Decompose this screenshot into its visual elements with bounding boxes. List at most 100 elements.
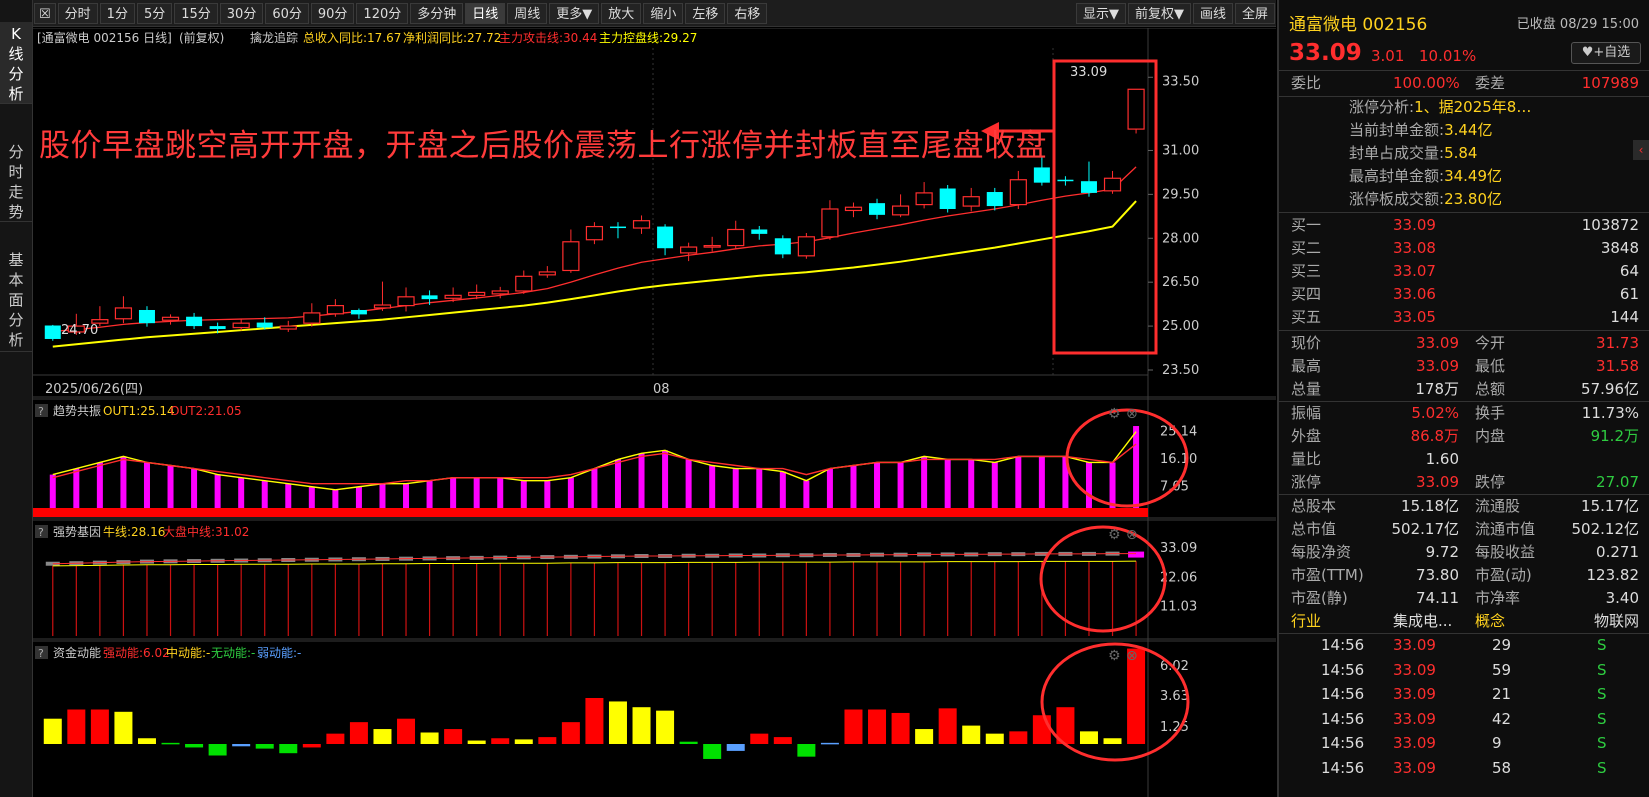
tab-intraday[interactable]: 分时走势	[0, 140, 32, 222]
panel1-gear-icon[interactable]: ⚙	[1108, 406, 1121, 422]
candle-body	[751, 229, 768, 234]
fullscreen-button[interactable]: 全屏	[1234, 2, 1275, 24]
concept-value[interactable]: 物联网	[1594, 610, 1639, 633]
period-120m[interactable]: 120分	[356, 2, 409, 24]
period-60m[interactable]: 60分	[265, 2, 309, 24]
panel1-out1: OUT1:25.14	[103, 404, 175, 418]
panel2-bull: 牛线:28.16	[103, 524, 165, 539]
draw-button[interactable]: 画线	[1192, 2, 1233, 24]
candle-body	[186, 316, 203, 327]
shift-left-button[interactable]: 左移	[685, 2, 726, 24]
period-90m[interactable]: 90分	[310, 2, 355, 24]
tick-side: S	[1597, 636, 1607, 654]
candle	[232, 318, 250, 331]
tick-price: 33.09	[1393, 636, 1436, 654]
panel3-close-icon[interactable]: ⊗	[1126, 648, 1138, 664]
panel2-gear-icon[interactable]: ⚙	[1108, 527, 1121, 543]
stat-row: 每股净资 9.72 每股收益 0.271	[1279, 541, 1649, 564]
tick-time: 14:56	[1321, 734, 1365, 752]
stat-row: 总量 178万 总额 57.96亿	[1279, 378, 1649, 401]
panel1-close-icon[interactable]: ⊗	[1126, 406, 1138, 422]
tab-fundamentals[interactable]: 基本面分析	[0, 248, 32, 352]
panel1-y-tick: 16.10	[1160, 452, 1197, 467]
momentum-bar	[444, 729, 463, 744]
panel2-close-icon[interactable]: ⊗	[1126, 527, 1138, 543]
weicha-value: 107989	[1581, 74, 1639, 92]
candle-body	[444, 294, 462, 299]
tab-kline-analysis[interactable]: K线分析	[0, 22, 32, 104]
candle	[915, 182, 933, 209]
stat-value: 27.07	[1596, 473, 1639, 491]
candle	[1127, 88, 1145, 134]
shift-right-button[interactable]: 右移	[727, 2, 768, 24]
momentum-bar	[938, 708, 957, 744]
adjust-menu[interactable]: 前复权▼	[1127, 2, 1191, 24]
collapse-arrow-icon[interactable]: ‹	[1633, 140, 1649, 160]
limit-value[interactable]: 1、据2025年8…	[1414, 98, 1531, 116]
tick-volume: 9	[1492, 734, 1502, 752]
period-multi-min[interactable]: 多分钟	[410, 2, 464, 24]
trend-bar	[921, 456, 928, 508]
limit-label: 涨停板成交额:	[1349, 190, 1445, 208]
tick-price: 33.09	[1393, 685, 1436, 703]
display-menu[interactable]: 显示▼	[1075, 2, 1126, 24]
candle	[891, 194, 910, 218]
stat-value: 73.80	[1416, 566, 1459, 584]
chart-area[interactable]: [通富微电 002156 日线] (前复权) 擒龙追踪 总收入同比:17.67 …	[33, 28, 1276, 797]
panel3-title: 资金动能	[53, 645, 101, 660]
period-5m[interactable]: 5分	[136, 2, 173, 24]
trend-bar	[685, 459, 692, 508]
period-1m[interactable]: 1分	[99, 2, 135, 24]
tick-side: S	[1597, 709, 1607, 728]
period-30m[interactable]: 30分	[219, 2, 264, 24]
candle	[279, 320, 297, 332]
momentum-bar	[1032, 715, 1051, 744]
candle	[114, 296, 133, 324]
stat-label: 内盘	[1475, 427, 1506, 445]
period-more[interactable]: 更多▼	[549, 2, 600, 24]
trend-bar	[1109, 462, 1116, 508]
candle	[986, 187, 1003, 211]
zoom-in-button[interactable]: 放大	[601, 2, 642, 24]
back-icon[interactable]: ☒	[34, 2, 56, 24]
momentum-bar	[137, 738, 156, 744]
momentum-bar	[373, 729, 392, 744]
stat-value: 86.8万	[1410, 427, 1459, 445]
momentum-bar	[561, 722, 580, 744]
period-15m[interactable]: 15分	[174, 2, 218, 24]
chart-annotation: 股价早盘跳空高开开盘，开盘之后股价震荡上行涨停并封板直至尾盘收盘	[39, 128, 1047, 164]
weibi-label: 委比	[1291, 74, 1322, 92]
current-price: 33.09	[1289, 40, 1362, 66]
momentum-bar	[773, 737, 792, 744]
tick-side: S	[1597, 734, 1607, 752]
panel3-gear-icon[interactable]: ⚙	[1108, 648, 1121, 664]
candle-body	[1057, 179, 1074, 182]
candle	[939, 184, 956, 213]
zoom-out-button[interactable]: 缩小	[643, 2, 684, 24]
trend-bar	[1085, 462, 1092, 508]
candle-body	[303, 312, 321, 324]
tick-time: 14:56	[1321, 660, 1365, 679]
add-favorite-button[interactable]: ♥+自选	[1571, 42, 1641, 64]
gene-marker	[1128, 551, 1145, 558]
bid-volume: 103872	[1581, 216, 1639, 234]
period-weekly[interactable]: 周线	[507, 2, 548, 24]
y-tick-label: 29.50	[1162, 187, 1199, 202]
period-daily[interactable]: 日线	[465, 2, 506, 24]
candle-body	[350, 309, 367, 315]
panel2-market: 大盘中线:31.02	[163, 524, 249, 539]
stat-label: 市净率	[1475, 589, 1521, 607]
candle	[632, 215, 651, 234]
bid-row: 买四 33.06 61	[1279, 283, 1649, 306]
candle-body	[421, 295, 438, 300]
industry-value[interactable]: 集成电...	[1393, 610, 1452, 633]
limit-label: 当前封单金额:	[1349, 121, 1445, 139]
candle-body	[232, 322, 250, 329]
period-intraday[interactable]: 分时	[57, 2, 98, 24]
trend-bar	[379, 483, 386, 508]
candle-body	[821, 208, 839, 238]
main-legend-indicator: 擒龙追踪	[250, 30, 298, 45]
stat-value: 11.73%	[1581, 404, 1639, 422]
trend-bar	[614, 459, 621, 508]
main-legend-f4: 主力控盘线:29.27	[599, 30, 697, 45]
